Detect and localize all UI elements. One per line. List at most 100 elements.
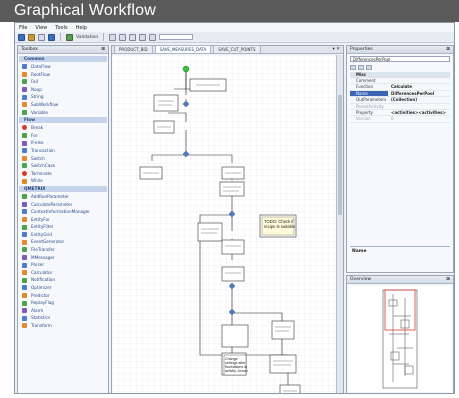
toolbox-item-label: SubWorkflow bbox=[31, 101, 59, 107]
property-value[interactable]: (Collection) bbox=[388, 97, 450, 102]
paste-icon[interactable] bbox=[129, 33, 137, 41]
toolbox-category[interactable]: Flow bbox=[19, 117, 107, 124]
toolbox-item[interactable]: EntityGrid bbox=[19, 231, 107, 239]
toolbox-item[interactable]: For bbox=[19, 132, 107, 140]
zoom-slider[interactable] bbox=[159, 34, 194, 40]
copy-icon[interactable] bbox=[119, 33, 127, 41]
designer-canvas[interactable]: TODO: Check if recipe is suitable Change… bbox=[112, 55, 337, 394]
close-icon[interactable]: ▾ ✕ bbox=[333, 47, 340, 52]
toolbox-item[interactable]: Notification bbox=[19, 276, 107, 284]
toolbox-item[interactable]: RootFlow bbox=[19, 71, 107, 79]
toolbox-item-label: Transform bbox=[31, 323, 52, 328]
toolbox-item[interactable]: MMessager bbox=[19, 254, 107, 262]
new-document-icon[interactable] bbox=[48, 33, 55, 41]
toolbox-item-label: Alarm bbox=[31, 307, 44, 313]
document-tab[interactable]: PRODUCT_BID bbox=[114, 45, 153, 53]
document-tab[interactable]: SAVE_MEASURES_DATA bbox=[154, 45, 212, 53]
toolbox-item-label: Parser bbox=[31, 262, 45, 268]
save-icon[interactable] bbox=[18, 33, 25, 41]
menu-file[interactable]: File bbox=[19, 25, 27, 31]
overview-canvas[interactable] bbox=[349, 286, 451, 392]
toolbox-item[interactable]: Transform bbox=[19, 322, 107, 330]
toolbox-item[interactable]: AddRunParameter bbox=[19, 193, 107, 201]
toolbox-item[interactable]: Transaction bbox=[19, 147, 107, 155]
toolbox-item-label: DataFlow bbox=[31, 64, 51, 69]
property-value[interactable]: <activities><activities> bbox=[388, 110, 450, 115]
overview-thumbnail bbox=[349, 286, 451, 392]
toolbox-item[interactable]: SubWorkflow bbox=[19, 101, 107, 109]
toolbox-item[interactable]: Predictor bbox=[19, 292, 107, 300]
todo-note[interactable]: TODO: Check if recipe is suitable bbox=[261, 216, 296, 236]
toolbox-item[interactable]: Terminate bbox=[19, 170, 107, 178]
properties-title: Properties bbox=[350, 47, 373, 52]
activity-icon bbox=[22, 178, 27, 184]
document-tab[interactable]: SAVE_CUT_POINTS bbox=[213, 45, 261, 53]
property-name: OutParameters bbox=[356, 97, 387, 103]
toolbox-item[interactable]: Noop bbox=[19, 86, 107, 94]
pin-icon[interactable]: ⊠ bbox=[446, 276, 450, 283]
toolbox-item[interactable]: Calculator bbox=[19, 269, 107, 277]
toolbox-item[interactable]: EntityFor bbox=[19, 216, 107, 224]
menu-view[interactable]: View bbox=[35, 25, 47, 31]
property-value[interactable] bbox=[388, 78, 450, 83]
toolbox-item[interactable]: EventGenerator bbox=[19, 238, 107, 246]
start-node[interactable] bbox=[182, 65, 190, 73]
cut-icon[interactable] bbox=[109, 33, 117, 41]
validation-label[interactable]: Validation bbox=[76, 35, 98, 40]
toolbox-item[interactable]: Alarm bbox=[19, 307, 107, 315]
activity-icon bbox=[22, 247, 27, 253]
toolbox-item[interactable]: SwitchCase bbox=[19, 162, 107, 170]
workflow-diagram[interactable]: TODO: Check if recipe is suitable Change… bbox=[112, 55, 337, 394]
menu-help[interactable]: Help bbox=[76, 25, 87, 31]
toolbox-item[interactable]: Break bbox=[19, 124, 107, 132]
menu-tools[interactable]: Tools bbox=[55, 25, 67, 31]
toolbox-item[interactable]: Variable bbox=[19, 109, 107, 117]
toolbox-item[interactable]: ContextInformationManager bbox=[19, 208, 107, 216]
toolbox-item-label: ReplayFlag bbox=[31, 300, 54, 306]
change-settings-note[interactable]: Change settings after fluctuations in ac… bbox=[223, 354, 248, 376]
pin-icon[interactable]: ⊠ bbox=[101, 46, 105, 53]
categorized-icon[interactable] bbox=[350, 65, 356, 70]
toolbox-item[interactable]: Optimizer bbox=[19, 284, 107, 292]
caption-title: Graphical Workflow bbox=[14, 2, 157, 19]
open-folder-icon[interactable] bbox=[28, 33, 35, 41]
todo-line-2: recipe is suitable bbox=[264, 224, 296, 229]
toolbox-item[interactable]: Parser bbox=[19, 261, 107, 269]
property-pages-icon[interactable] bbox=[366, 65, 372, 70]
property-value[interactable]: 0 bbox=[388, 116, 450, 121]
toolbox-item-label: Noop bbox=[31, 86, 42, 92]
designer-vertical-scrollbar[interactable] bbox=[336, 55, 343, 393]
validation-icon[interactable] bbox=[66, 33, 73, 41]
toolbox-item[interactable]: CalculateParameter bbox=[19, 201, 107, 209]
toolbox-item[interactable]: While bbox=[19, 177, 107, 185]
toolbox-item[interactable]: Fail bbox=[19, 78, 107, 86]
activity-icon bbox=[22, 285, 27, 291]
print-icon[interactable] bbox=[38, 33, 45, 41]
property-value[interactable]: Calculate bbox=[388, 84, 450, 89]
toolbox-item[interactable]: DataFlow bbox=[19, 63, 107, 71]
toolbox-category[interactable]: Common bbox=[19, 56, 107, 62]
zoom-icon[interactable] bbox=[149, 33, 157, 41]
toolbox-category[interactable]: QMETRIX bbox=[19, 185, 107, 192]
object-selector[interactable]: DifferencesPerPool bbox=[350, 56, 450, 62]
alphabetical-icon[interactable] bbox=[358, 65, 364, 70]
toolbox-item[interactable]: EntityFilter bbox=[19, 223, 107, 231]
property-value[interactable] bbox=[388, 104, 450, 109]
toolbox-item[interactable]: String bbox=[19, 93, 107, 101]
property-description: Name bbox=[350, 246, 450, 270]
property-value[interactable]: DifferencesPerPool bbox=[388, 91, 450, 96]
toolbox-item[interactable]: FileTransfer bbox=[19, 246, 107, 254]
toolbox-item[interactable]: Switch bbox=[19, 155, 107, 163]
toolbox-item[interactable]: If-else bbox=[19, 139, 107, 147]
scrollbar-thumb[interactable] bbox=[338, 95, 342, 215]
toolbox-item[interactable]: Statistics bbox=[19, 314, 107, 322]
activity-icon bbox=[22, 125, 27, 131]
property-name: Version bbox=[356, 116, 371, 122]
delete-icon[interactable] bbox=[139, 33, 147, 41]
property-row[interactable]: Version 0 bbox=[350, 116, 450, 123]
toolbox-panel: Toolbox ⊠ Common DataFlow RootFlow Fail Noop… bbox=[17, 45, 109, 393]
toolbox-item[interactable]: ReplayFlag bbox=[19, 299, 107, 307]
activity-icon bbox=[22, 224, 27, 230]
toolbox-item-label: ContextInformationManager bbox=[31, 209, 90, 215]
pin-icon[interactable]: ⊠ bbox=[446, 46, 450, 53]
